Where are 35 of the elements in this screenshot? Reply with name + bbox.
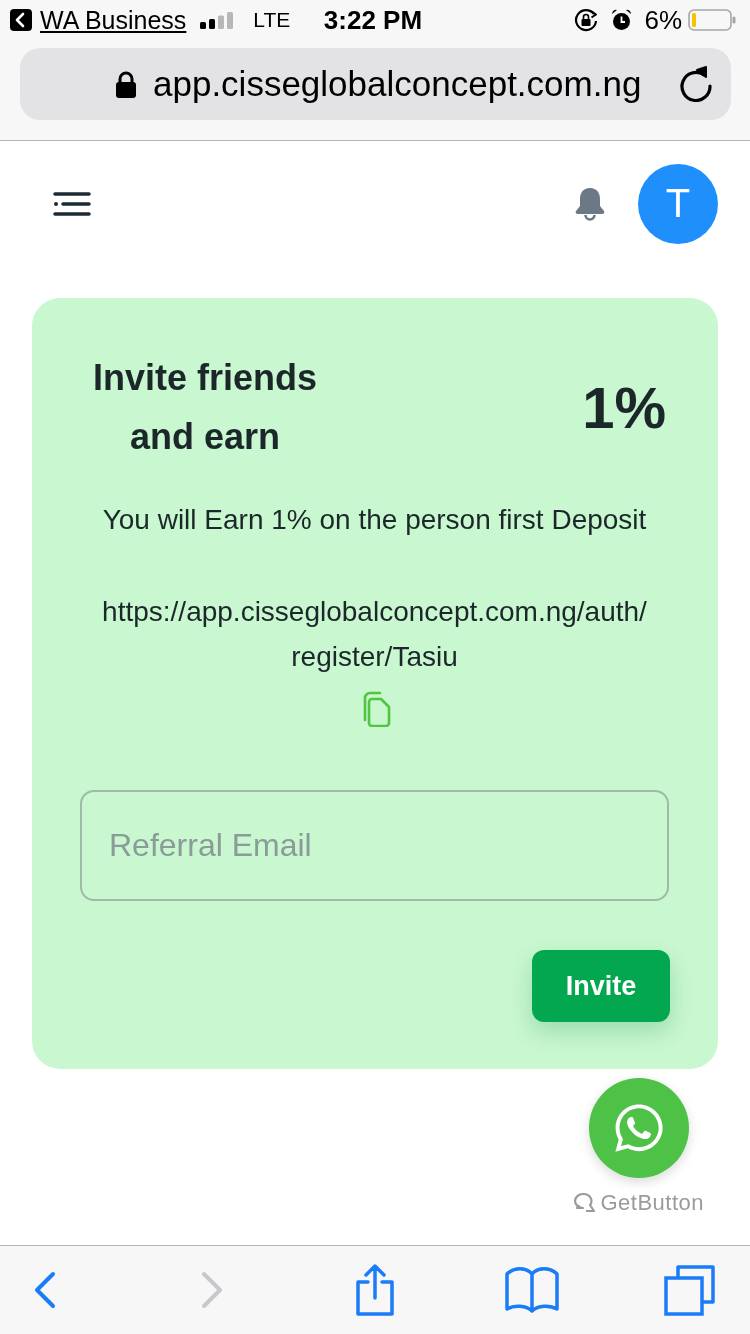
overlapping-squares-icon [664,1264,716,1316]
alarm-clock-icon [611,9,633,31]
commission-rate: 1% [582,373,666,441]
notifications-button[interactable] [574,186,606,221]
chevron-left-icon [33,1270,57,1310]
share-button[interactable] [355,1263,395,1317]
signal-icon [200,11,234,29]
card-description: You will Earn 1% on the person first Deposit [101,503,648,537]
back-button[interactable] [33,1270,57,1310]
card-title: Invite friends and earn [91,356,319,459]
chevron-right-icon [200,1270,224,1310]
invite-button[interactable]: Invite [532,950,670,1022]
menu-button[interactable] [53,191,91,216]
speech-bubbles-icon [573,1192,598,1214]
clock-time: 3:22 PM [323,4,423,36]
referral-email-field[interactable]: Referral Email [80,790,669,901]
network-type: LTE [253,8,291,32]
open-book-icon [504,1265,560,1315]
lock-icon [115,70,137,98]
battery-icon [688,9,736,31]
share-icon [355,1263,395,1317]
page-url: app.cisseglobalconcept.com.ng [153,64,642,104]
address-bar[interactable]: app.cisseglobalconcept.com.ng [20,48,731,120]
user-avatar[interactable]: T [638,163,718,244]
reload-icon [679,66,713,102]
back-to-app-link[interactable]: WA Business [40,5,187,35]
reload-button[interactable] [679,66,713,102]
getbutton-credit-link[interactable]: GetButton [573,1190,704,1216]
menu-icon [53,191,91,216]
bell-icon [574,186,606,221]
battery-percentage: 6% [644,4,682,36]
bookmarks-button[interactable] [504,1265,560,1315]
rotation-lock-icon [574,8,600,32]
referral-url-text: https://app.cisseglobalconcept.com.ng/auth/register/Tasiu [101,595,648,674]
tabs-button[interactable] [664,1264,716,1316]
